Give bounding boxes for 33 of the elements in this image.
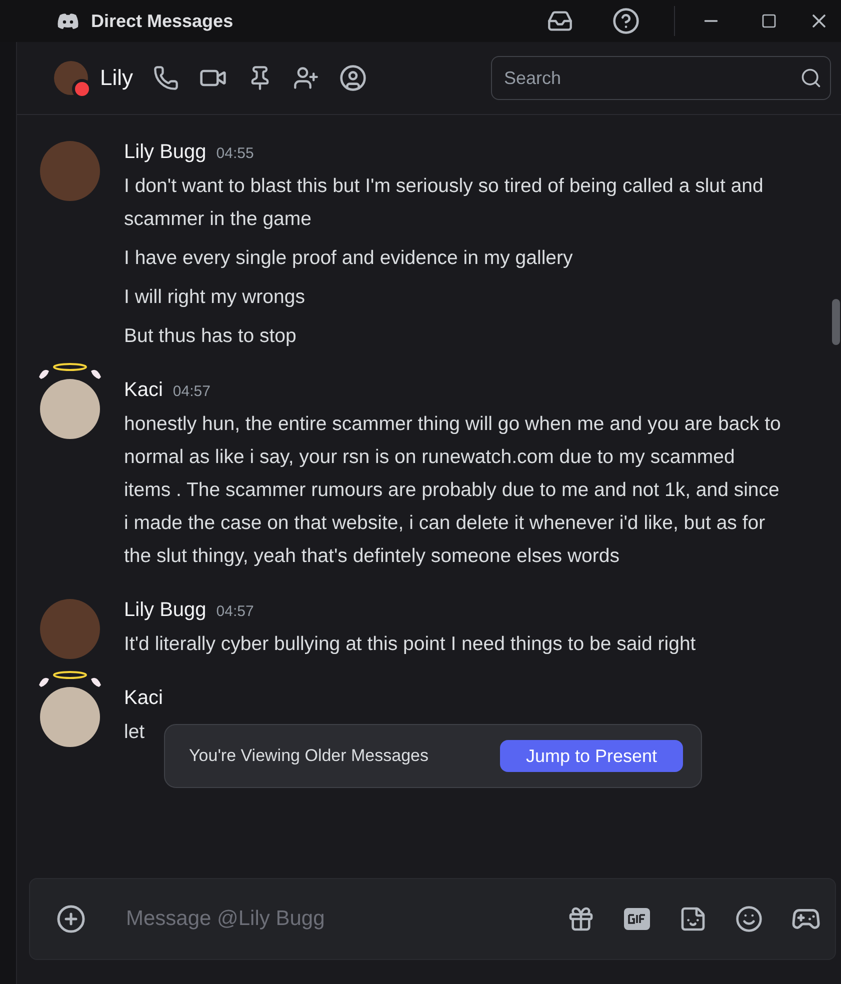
author-name[interactable]: Lily Bugg xyxy=(124,141,206,163)
message-text: But thus has to stop xyxy=(124,324,298,349)
emoji-icon[interactable] xyxy=(735,905,763,933)
app-logo-icon xyxy=(57,13,79,29)
message-text: let xyxy=(124,720,146,745)
jump-to-present-button[interactable]: Jump to Present xyxy=(500,740,683,772)
add-user-icon[interactable] xyxy=(293,65,320,91)
search-field[interactable]: Search xyxy=(491,56,831,100)
timestamp: 04:57 xyxy=(172,383,210,400)
banner-text: You're Viewing Older Messages xyxy=(189,746,428,766)
message-text: It'd literally cyber bullying at this point I need things to be said right xyxy=(124,632,696,657)
help-icon[interactable] xyxy=(612,7,640,35)
search-icon xyxy=(800,67,822,89)
contact-name[interactable]: Lily xyxy=(100,65,134,91)
sticker-icon[interactable] xyxy=(679,905,707,933)
message-text: I have every single proof and evidence in my gallery xyxy=(124,246,574,271)
add-icon[interactable] xyxy=(56,904,86,934)
gift-icon[interactable] xyxy=(567,905,595,933)
window-title: Direct Messages xyxy=(91,10,234,32)
profile-icon[interactable] xyxy=(339,64,368,92)
message-text: I don't want to blast this but I'm seriously so tired of being called a slut and scammer in the game xyxy=(124,174,764,232)
message-text: honestly hun, the entire scammer thing will go when me and you are back to normal as like i say, your rsn is on runewatch.com due to my scammed items . The scammer rumours are probably due to me and not 1k, and since i made the case on that website, i can delete it whenever i'd like, but as for the slut thingy, yeah that's defintely someone elses words xyxy=(124,412,782,569)
maximize-icon[interactable] xyxy=(761,13,777,29)
timestamp: 04:55 xyxy=(216,145,254,162)
author-name[interactable]: Kaci xyxy=(124,687,163,709)
gif-icon[interactable] xyxy=(623,907,651,931)
author-name[interactable]: Kaci xyxy=(124,379,163,401)
scrollbar-thumb[interactable] xyxy=(832,299,840,345)
message-input[interactable]: Message @Lily Bugg xyxy=(124,906,539,932)
call-icon[interactable] xyxy=(153,65,180,91)
timestamp: 04:57 xyxy=(216,603,254,620)
message-text: I will right my wrongs xyxy=(124,285,306,310)
author-name[interactable]: Lily Bugg xyxy=(124,599,206,621)
